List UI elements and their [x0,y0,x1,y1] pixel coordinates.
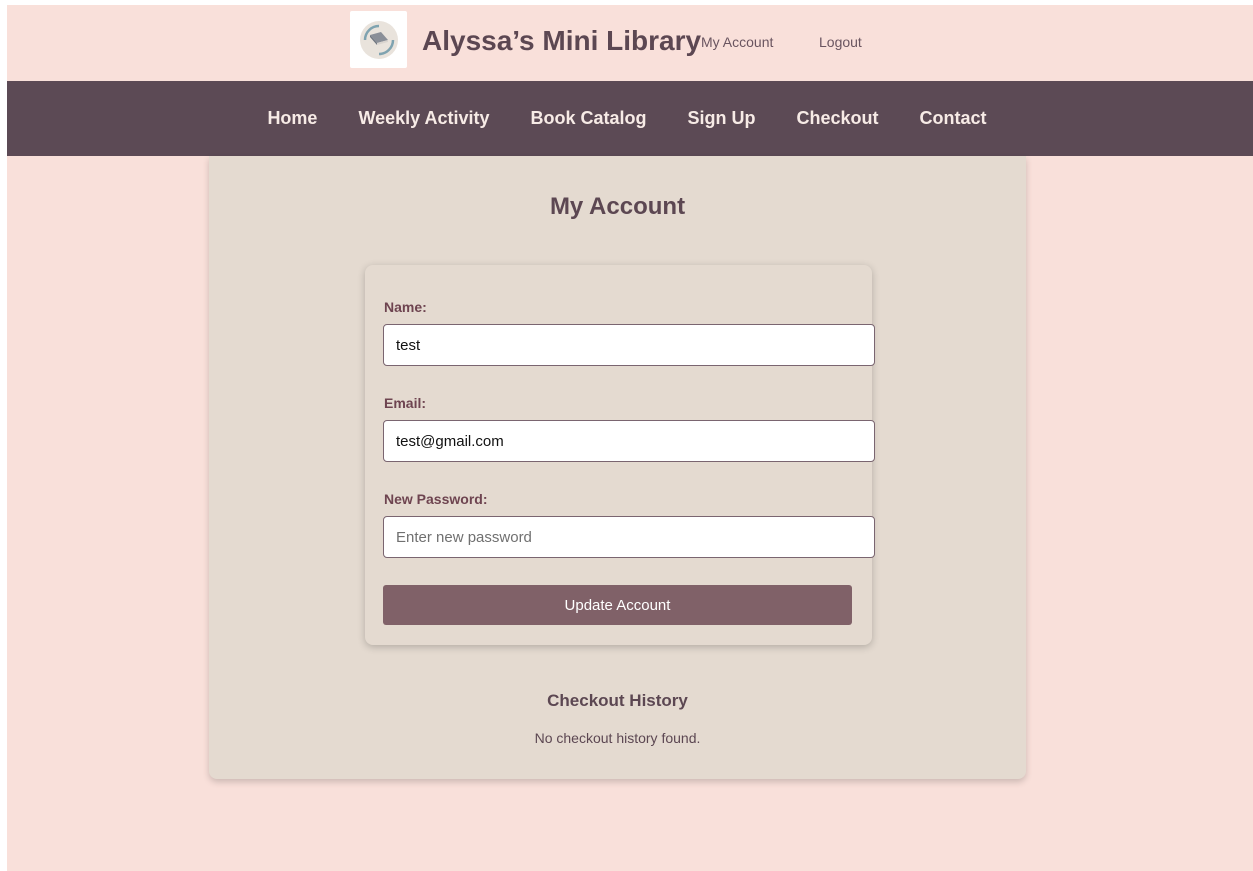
nav-sign-up[interactable]: Sign Up [688,108,756,129]
password-label: New Password: [384,491,488,507]
page: Alyssa’s Mini Library My Account Logout … [7,5,1253,871]
name-label: Name: [384,299,427,315]
nav-book-catalog[interactable]: Book Catalog [531,108,647,129]
account-form: Name: Email: New Password: Update Accoun… [365,265,875,645]
update-account-button[interactable]: Update Account [383,585,852,625]
new-password-field[interactable] [383,516,875,558]
nav-home[interactable]: Home [267,108,317,129]
nav-contact[interactable]: Contact [920,108,987,129]
nav-checkout[interactable]: Checkout [797,108,879,129]
checkout-history-empty-message: No checkout history found. [534,730,701,746]
my-account-link[interactable]: My Account [701,34,773,50]
page-title: My Account [549,193,686,220]
top-header: Alyssa’s Mini Library My Account Logout [7,5,1253,81]
main-navbar: Home Weekly Activity Book Catalog Sign U… [7,81,1253,156]
checkout-history-title: Checkout History [547,691,688,710]
name-field[interactable] [383,324,875,366]
nav-weekly-activity[interactable]: Weekly Activity [358,108,489,129]
email-field[interactable] [383,420,875,462]
account-card: My Account Name: Email: New Password: Up… [209,156,1026,779]
site-title: Alyssa’s Mini Library [422,25,702,56]
logout-link[interactable]: Logout [819,34,862,50]
book-logo-icon [350,11,407,68]
email-label: Email: [384,395,427,411]
